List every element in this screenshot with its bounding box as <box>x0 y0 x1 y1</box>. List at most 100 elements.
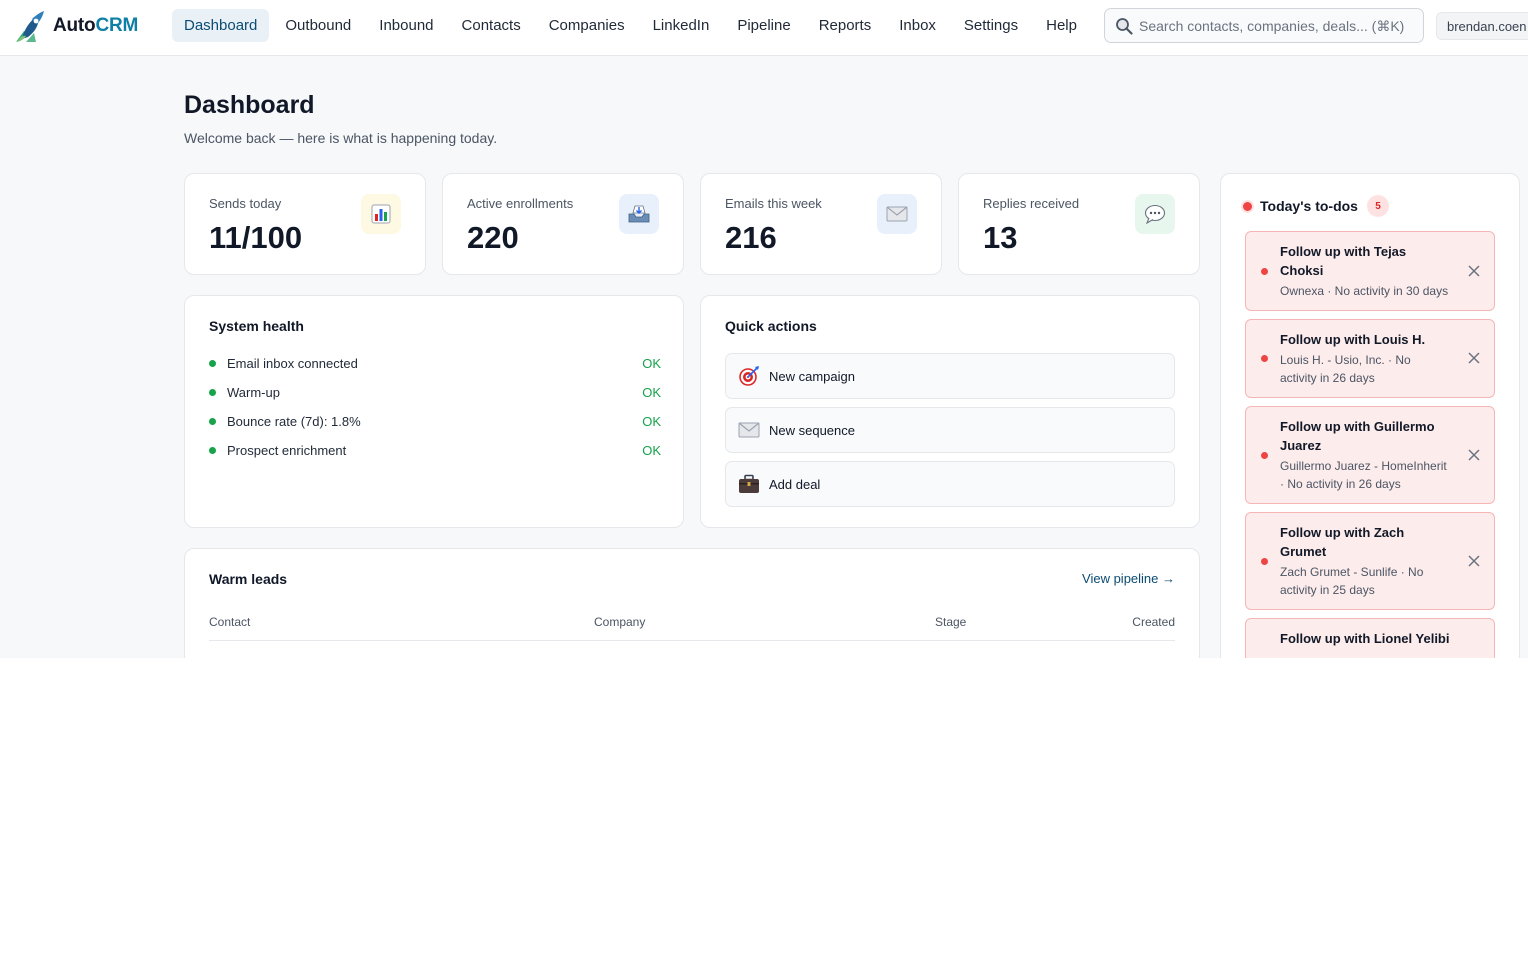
priority-dot <box>1261 268 1268 275</box>
speech-bubble-icon <box>1135 194 1175 234</box>
nav-pipeline[interactable]: Pipeline <box>725 9 802 42</box>
nav-contacts[interactable]: Contacts <box>450 9 533 42</box>
close-icon[interactable] <box>1468 449 1480 461</box>
add-deal-button[interactable]: Add deal <box>725 461 1175 507</box>
close-icon[interactable] <box>1468 352 1480 364</box>
app-logo[interactable]: AutoCRM <box>14 9 138 43</box>
todo-item[interactable]: Follow up with Lionel Yelibi <box>1245 618 1495 658</box>
health-status: OK <box>642 355 661 371</box>
add-deal-label: Add deal <box>769 476 821 492</box>
stat-value: 13 <box>983 220 1018 255</box>
health-row-bounce-rate: Bounce rate (7d): 1.8% OK <box>209 411 661 431</box>
nav-inbound[interactable]: Inbound <box>367 9 445 42</box>
todos-count-badge: 5 <box>1366 195 1389 217</box>
todo-subtitle: Zach Grumet - Sunlife · No activity in 2… <box>1280 565 1424 597</box>
todo-item[interactable]: Follow up with Louis H. Louis H. - Usio,… <box>1245 319 1495 398</box>
column-header-created[interactable]: Created <box>1132 615 1175 629</box>
todos-panel: Today's to-dos 5 Follow up with Tejas Ch… <box>1220 173 1520 658</box>
stat-label: Active enrollments <box>467 196 574 211</box>
stat-label: Sends today <box>209 196 282 211</box>
stat-value: 220 <box>467 220 519 255</box>
nav-reports[interactable]: Reports <box>807 9 884 42</box>
nav-dashboard[interactable]: Dashboard <box>172 9 270 42</box>
stat-card-sends-today: Sends today 11/100 <box>184 173 426 275</box>
page-subtitle: Welcome back — here is what is happening… <box>184 130 498 146</box>
top-navigation-bar: AutoCRM Dashboard Outbound Inbound Conta… <box>0 0 1528 56</box>
briefcase-icon <box>738 473 760 495</box>
page-title: Dashboard <box>184 91 315 119</box>
table-divider <box>209 640 1175 641</box>
health-label: Bounce rate (7d): 1.8% <box>227 413 361 429</box>
nav-settings[interactable]: Settings <box>952 9 1030 42</box>
health-label: Prospect enrichment <box>227 442 347 458</box>
target-icon <box>738 365 760 387</box>
status-dot <box>209 417 216 425</box>
stat-card-active-enrollments: Active enrollments 220 <box>442 173 684 275</box>
health-label: Warm-up <box>227 384 280 400</box>
app-name: AutoCRM <box>53 15 139 36</box>
inbox-tray-icon <box>619 194 659 234</box>
priority-dot <box>1261 355 1268 362</box>
column-header-stage[interactable]: Stage <box>935 615 966 629</box>
search-icon <box>1116 17 1133 35</box>
nav-outbound[interactable]: Outbound <box>273 9 363 42</box>
todos-title: Today's to-dos <box>1260 198 1358 214</box>
user-menu[interactable]: brendan.coen <box>1436 12 1528 40</box>
todo-title: Follow up with Lionel Yelibi <box>1280 631 1450 646</box>
new-sequence-button[interactable]: New sequence <box>725 407 1175 453</box>
health-row-inbox: Email inbox connected OK <box>209 353 661 373</box>
rocket-logo-icon <box>16 11 44 42</box>
todo-title: Follow up with Louis H. <box>1280 332 1426 347</box>
close-icon[interactable] <box>1468 265 1480 277</box>
health-status: OK <box>642 413 661 429</box>
health-row-warmup: Warm-up OK <box>209 382 661 402</box>
view-pipeline-link[interactable]: View pipeline → <box>1082 571 1175 586</box>
todo-item[interactable]: Follow up with Guillermo Juarez Guillerm… <box>1245 406 1495 504</box>
todo-item[interactable]: Follow up with Tejas Choksi Ownexa · No … <box>1245 231 1495 311</box>
todo-title: Follow up with Guillermo Juarez <box>1280 419 1435 453</box>
nav-companies[interactable]: Companies <box>537 9 637 42</box>
quick-actions-title: Quick actions <box>725 318 817 334</box>
todos-header: Today's to-dos 5 <box>1243 195 1389 217</box>
quick-actions-card: Quick actions New campaign New sequence … <box>700 295 1200 528</box>
health-label: Email inbox connected <box>227 355 358 371</box>
stat-card-emails-this-week: Emails this week 216 <box>700 173 942 275</box>
new-campaign-button[interactable]: New campaign <box>725 353 1175 399</box>
todo-title: Follow up with Zach Grumet <box>1280 525 1405 559</box>
priority-dot <box>1261 452 1268 459</box>
stat-label: Replies received <box>983 196 1080 211</box>
global-search[interactable] <box>1104 8 1424 43</box>
dashboard-main: Dashboard Welcome back — here is what is… <box>0 56 1528 658</box>
nav-inbox[interactable]: Inbox <box>887 9 948 42</box>
status-dot <box>209 446 216 454</box>
warm-leads-card: Warm leads View pipeline → Contact Compa… <box>184 548 1200 658</box>
stat-value: 11/100 <box>209 220 303 255</box>
health-status: OK <box>642 384 661 400</box>
health-row-enrichment: Prospect enrichment OK <box>209 440 661 460</box>
todo-subtitle: Louis H. - Usio, Inc. · No activity in 2… <box>1280 353 1411 385</box>
search-input[interactable] <box>1139 17 1409 34</box>
todo-item[interactable]: Follow up with Zach Grumet Zach Grumet -… <box>1245 512 1495 610</box>
new-sequence-label: New sequence <box>769 422 855 438</box>
system-health-card: System health Email inbox connected OK W… <box>184 295 684 528</box>
stat-card-replies-received: Replies received 13 <box>958 173 1200 275</box>
todo-title: Follow up with Tejas Choksi <box>1280 244 1407 278</box>
bar-chart-icon <box>361 194 401 234</box>
priority-dot <box>1261 558 1268 565</box>
status-dot <box>209 388 216 396</box>
column-header-contact[interactable]: Contact <box>209 615 250 629</box>
stat-label: Emails this week <box>725 196 822 211</box>
close-icon[interactable] <box>1468 555 1480 567</box>
todo-subtitle: Ownexa · No activity in 30 days <box>1280 284 1449 298</box>
status-dot <box>209 359 216 367</box>
new-campaign-label: New campaign <box>769 368 855 384</box>
main-nav: Dashboard Outbound Inbound Contacts Comp… <box>172 9 1093 42</box>
nav-help[interactable]: Help <box>1034 9 1089 42</box>
nav-linkedin[interactable]: LinkedIn <box>641 9 722 42</box>
warm-leads-title: Warm leads <box>209 571 288 587</box>
column-header-company[interactable]: Company <box>594 615 645 629</box>
alert-dot <box>1243 201 1252 211</box>
system-health-title: System health <box>209 318 304 334</box>
health-status: OK <box>642 442 661 458</box>
todo-subtitle: Guillermo Juarez - HomeInherit · No acti… <box>1280 459 1447 491</box>
